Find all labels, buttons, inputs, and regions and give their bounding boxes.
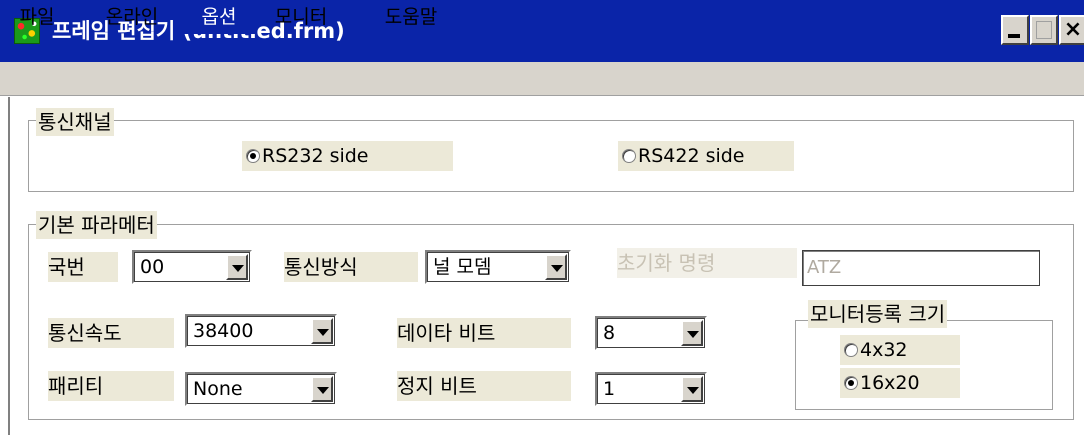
comm-method-combo[interactable]: 널 모뎀: [425, 250, 571, 284]
monitor-size-group-label: 모니터등록 크기: [808, 300, 948, 328]
window-left-edge: [8, 97, 10, 435]
minimize-button[interactable]: [1001, 15, 1029, 45]
radio-button-checked[interactable]: [246, 148, 260, 163]
radio-button-checked[interactable]: [844, 375, 858, 390]
station-label: 국번: [48, 252, 118, 282]
close-button[interactable]: ×: [1059, 15, 1084, 45]
radio-4x32[interactable]: 4x32: [840, 335, 960, 365]
menu-options[interactable]: 옵션: [181, 0, 257, 34]
parity-value: None: [193, 378, 243, 400]
parity-combo[interactable]: None: [185, 372, 337, 406]
comm-method-value: 널 모뎀: [433, 256, 492, 278]
menu-online[interactable]: 온라인: [96, 0, 168, 34]
data-bits-value: 8: [603, 322, 616, 344]
radio-rs232-label: RS232 side: [262, 145, 369, 167]
stop-bits-combo[interactable]: 1: [595, 372, 707, 406]
menu-help[interactable]: 도움말: [371, 0, 451, 34]
dropdown-arrow-icon[interactable]: [681, 376, 703, 402]
menu-bar: [0, 62, 1084, 96]
dropdown-arrow-icon[interactable]: [226, 254, 248, 280]
init-command-value: ATZ: [807, 257, 842, 278]
baud-rate-combo[interactable]: 38400: [185, 314, 337, 348]
station-combo[interactable]: 00: [132, 250, 252, 284]
comm-channel-group: [28, 120, 1074, 192]
dropdown-arrow-icon[interactable]: [311, 376, 333, 402]
menu-monitor[interactable]: 모니터: [261, 0, 341, 34]
baud-rate-value: 38400: [193, 320, 254, 342]
radio-rs422-label: RS422 side: [638, 145, 745, 167]
comm-channel-group-label: 통신채널: [36, 108, 114, 136]
init-command-input: ATZ: [802, 250, 1040, 286]
station-value: 00: [140, 256, 165, 278]
radio-button-unchecked[interactable]: [844, 342, 858, 357]
data-bits-combo[interactable]: 8: [595, 316, 707, 350]
radio-4x32-label: 4x32: [860, 339, 908, 361]
radio-16x20-label: 16x20: [860, 372, 920, 394]
parity-label: 패리티: [48, 371, 174, 401]
radio-16x20[interactable]: 16x20: [840, 368, 960, 398]
stop-bits-label: 정지 비트: [397, 371, 571, 401]
basic-params-group-label: 기본 파라메터: [36, 211, 157, 239]
comm-method-label: 통신방식: [284, 252, 418, 282]
dropdown-arrow-icon[interactable]: [545, 254, 567, 280]
dropdown-arrow-icon[interactable]: [311, 318, 333, 344]
radio-rs422[interactable]: RS422 side: [618, 141, 794, 171]
menu-file[interactable]: 파일: [8, 0, 66, 34]
baud-rate-label: 통신속도: [48, 318, 174, 348]
init-command-label: 초기화 명령: [617, 248, 797, 278]
radio-rs232[interactable]: RS232 side: [242, 141, 453, 171]
radio-button-unchecked[interactable]: [622, 148, 636, 163]
dropdown-arrow-icon[interactable]: [681, 320, 703, 346]
stop-bits-value: 1: [603, 378, 616, 400]
data-bits-label: 데이타 비트: [397, 318, 571, 348]
maximize-button[interactable]: [1030, 15, 1058, 45]
